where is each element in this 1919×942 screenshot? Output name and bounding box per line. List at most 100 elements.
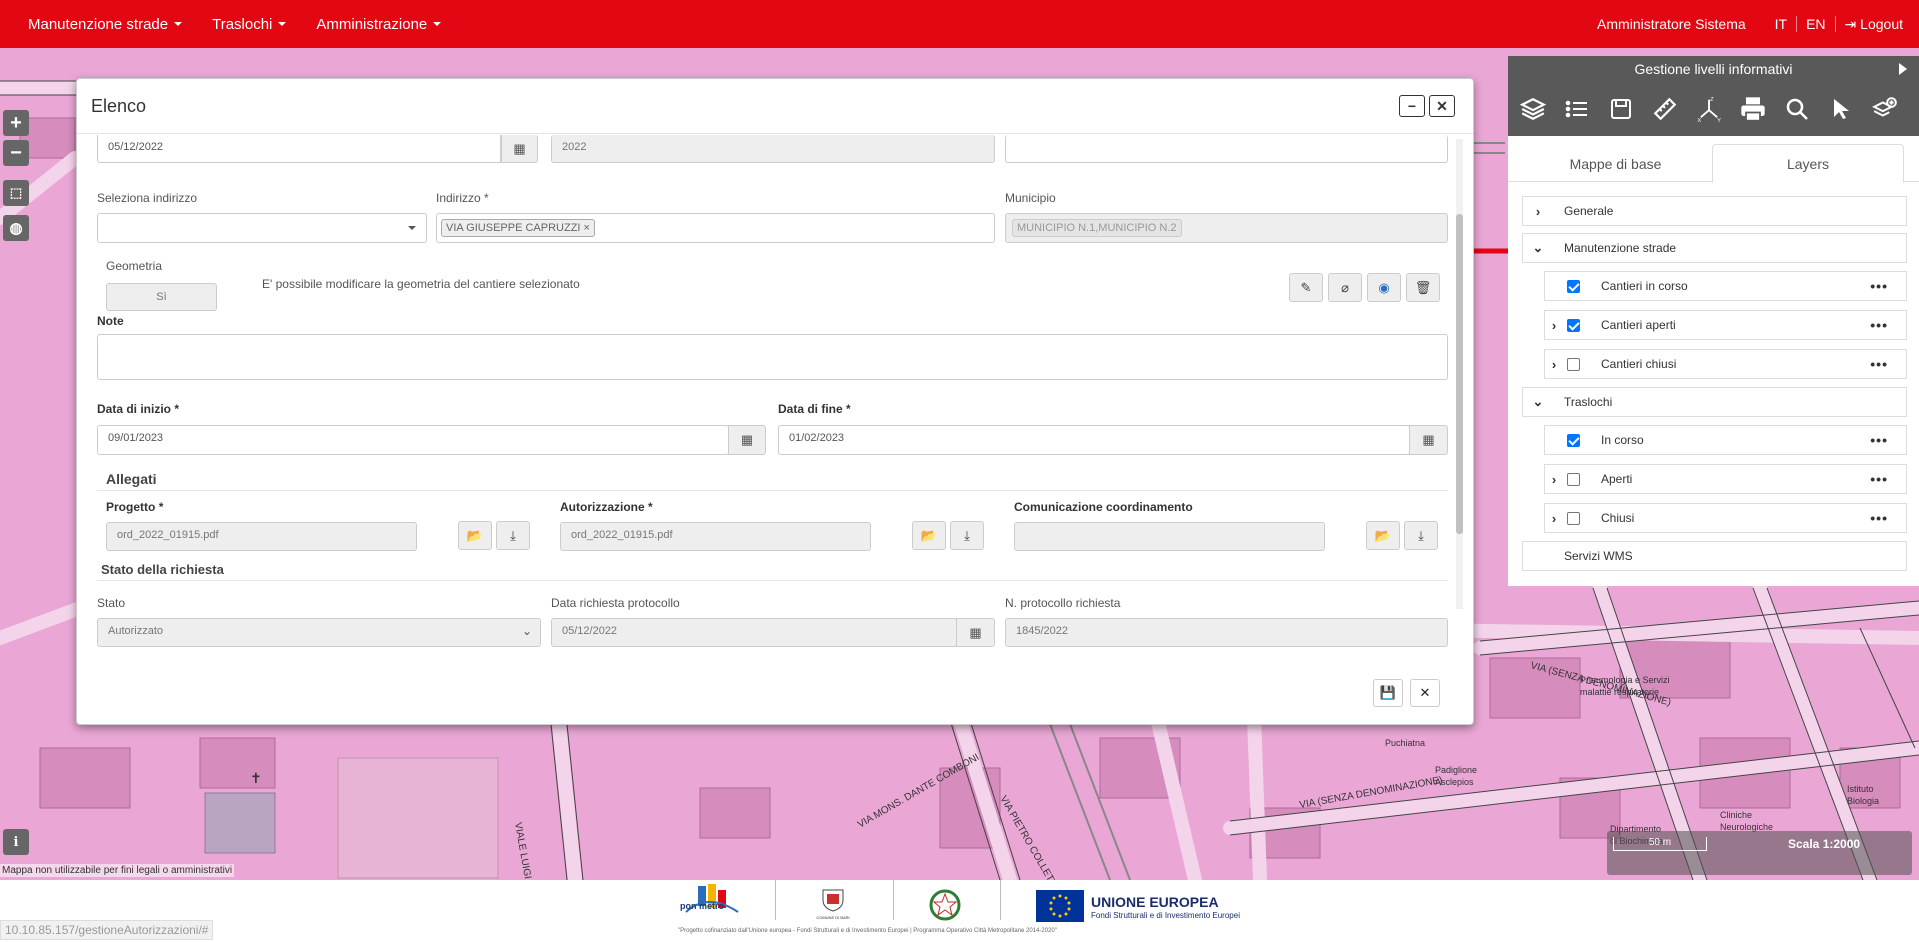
- comunicazione-browse-button[interactable]: 📂: [1366, 521, 1400, 550]
- layer-checkbox[interactable]: [1567, 433, 1580, 447]
- lang-en[interactable]: EN: [1797, 16, 1834, 32]
- data-inizio-label: Data di inizio *: [97, 402, 179, 416]
- chevron-right-icon[interactable]: ›: [1547, 318, 1561, 333]
- logout-button[interactable]: ⇥ Logout: [1836, 16, 1919, 33]
- autorizzazione-download-button[interactable]: ⤓: [950, 521, 984, 550]
- ruler-icon[interactable]: [1650, 94, 1680, 124]
- collapse-arrow-icon[interactable]: [1899, 63, 1907, 75]
- more-options-icon[interactable]: •••: [1870, 510, 1888, 526]
- close-icon: ✕: [1419, 685, 1431, 700]
- more-options-icon[interactable]: •••: [1870, 432, 1888, 448]
- funding-caption: "Progetto cofinanziato dall'Unione europ…: [678, 928, 1057, 934]
- zoom-in-button[interactable]: +: [3, 110, 29, 136]
- comune-bari-logo: COMUNE DI BARI: [808, 886, 858, 926]
- calendar-icon[interactable]: ▦: [728, 425, 766, 455]
- data-inizio-field[interactable]: 09/01/2023: [97, 425, 729, 455]
- date-field[interactable]: 05/12/2022: [97, 135, 501, 163]
- progetto-download-button[interactable]: ⤓: [496, 521, 530, 550]
- calendar-icon[interactable]: ▦: [501, 135, 538, 163]
- chevron-right-icon[interactable]: ›: [1547, 357, 1561, 372]
- layer-checkbox[interactable]: [1567, 472, 1580, 486]
- group-label: Manutenzione strade: [1564, 241, 1677, 255]
- note-textarea[interactable]: [97, 334, 1448, 380]
- layers-tabs: Mappe di base Layers: [1508, 136, 1919, 183]
- remove-tag-icon[interactable]: ×: [584, 222, 590, 234]
- pointer-icon[interactable]: [1826, 94, 1856, 124]
- divider: [1000, 880, 1001, 920]
- group-label: Servizi WMS: [1564, 549, 1633, 563]
- globe-icon[interactable]: ◍: [3, 215, 29, 241]
- geometria-field: Sì: [106, 283, 217, 311]
- autorizzazione-browse-button[interactable]: 📂: [912, 521, 946, 550]
- tab-layers[interactable]: Layers: [1712, 144, 1904, 183]
- calendar-icon[interactable]: ▦: [1409, 425, 1448, 455]
- data-fine-field[interactable]: 01/02/2023: [778, 425, 1410, 455]
- progetto-browse-button[interactable]: 📂: [458, 521, 492, 550]
- layer-checkbox[interactable]: [1567, 318, 1580, 332]
- nav-amministrazione[interactable]: Amministrazione: [301, 0, 456, 48]
- layer-group-generale[interactable]: › Generale: [1522, 196, 1907, 226]
- chevron-right-icon[interactable]: ›: [1547, 472, 1561, 487]
- search-icon[interactable]: [1782, 94, 1812, 124]
- seleziona-indirizzo-label: Seleziona indirizzo: [97, 191, 198, 205]
- minimize-button[interactable]: −: [1399, 95, 1425, 117]
- more-options-icon[interactable]: •••: [1870, 317, 1888, 333]
- layer-item-cantieri-in-corso: Cantieri in corso •••: [1544, 271, 1907, 301]
- scale-control: 50 m Scala 1:2000: [1607, 831, 1912, 875]
- folder-open-icon: 📂: [920, 527, 938, 543]
- save-button[interactable]: 💾: [1373, 679, 1403, 707]
- modal-scrollbar[interactable]: [1456, 139, 1463, 609]
- cancel-button[interactable]: ✕: [1410, 679, 1440, 707]
- more-options-icon[interactable]: •••: [1870, 278, 1888, 294]
- chevron-right-icon[interactable]: ›: [1531, 204, 1545, 219]
- comunicazione-download-button[interactable]: ⤓: [1404, 521, 1438, 550]
- xyz-axes-icon[interactable]: Z X Y: [1694, 94, 1724, 124]
- layer-item-cantieri-chiusi: › Cantieri chiusi •••: [1544, 349, 1907, 379]
- chevron-down-icon[interactable]: ⌄: [1531, 240, 1545, 256]
- zoom-box-icon[interactable]: ⬚: [3, 180, 29, 206]
- layer-checkbox[interactable]: [1567, 279, 1580, 293]
- zoom-out-button[interactable]: −: [3, 140, 29, 166]
- more-options-icon[interactable]: •••: [1870, 356, 1888, 372]
- info-icon[interactable]: i: [3, 829, 29, 855]
- add-layer-icon[interactable]: [1870, 94, 1900, 124]
- attach-geometry-button[interactable]: ⌀: [1328, 273, 1362, 302]
- save-icon[interactable]: [1606, 94, 1636, 124]
- layer-checkbox[interactable]: [1567, 511, 1580, 525]
- layer-group-traslochi[interactable]: ⌄ Traslochi: [1522, 387, 1907, 417]
- list-icon[interactable]: [1562, 94, 1592, 124]
- lang-it[interactable]: IT: [1766, 16, 1796, 32]
- print-icon[interactable]: [1738, 94, 1768, 124]
- layer-group-servizi-wms[interactable]: Servizi WMS: [1522, 541, 1907, 571]
- indirizzo-field[interactable]: VIA GIUSEPPE CAPRUZZI ×: [436, 213, 995, 243]
- chevron-right-icon[interactable]: ›: [1547, 511, 1561, 526]
- user-name[interactable]: Amministratore Sistema: [1588, 16, 1766, 32]
- indirizzo-label-text: Indirizzo: [436, 191, 481, 205]
- svg-text:Istituto: Istituto: [1847, 784, 1874, 794]
- layer-checkbox[interactable]: [1567, 357, 1580, 371]
- close-button[interactable]: ✕: [1429, 95, 1455, 117]
- more-options-icon[interactable]: •••: [1870, 471, 1888, 487]
- nav-traslochi[interactable]: Traslochi: [197, 0, 301, 48]
- divider: [97, 490, 1448, 491]
- layers-icon[interactable]: [1518, 94, 1548, 124]
- download-icon: ⤓: [510, 527, 516, 543]
- edit-geometry-button[interactable]: ✎: [1289, 273, 1323, 302]
- nav-manutenzione-strade[interactable]: Manutenzione strade: [0, 0, 197, 48]
- empty-field[interactable]: [1005, 135, 1448, 163]
- seleziona-indirizzo-select[interactable]: [97, 213, 427, 243]
- stato-select: Autorizzato ⌄: [97, 618, 541, 647]
- modal-body: 05/12/2022 ▦ 2022 Seleziona indirizzo In…: [77, 135, 1475, 668]
- nav-label: Manutenzione strade: [28, 15, 169, 33]
- autorizzazione-text: Autorizzazione: [560, 500, 645, 514]
- svg-text:Padiglione: Padiglione: [1435, 765, 1477, 775]
- eu-title: UNIONE EUROPEA: [1091, 894, 1219, 910]
- top-navbar: Manutenzione strade Traslochi Amministra…: [0, 0, 1919, 48]
- layer-group-manutenzione-strade[interactable]: ⌄ Manutenzione strade: [1522, 233, 1907, 263]
- locate-geometry-button[interactable]: ◉: [1367, 273, 1401, 302]
- delete-geometry-button[interactable]: 🗑: [1406, 273, 1440, 302]
- chevron-down-icon[interactable]: ⌄: [1531, 394, 1545, 410]
- scroll-thumb[interactable]: [1456, 214, 1463, 534]
- tab-mappe-di-base[interactable]: Mappe di base: [1523, 144, 1708, 183]
- folder-open-icon: 📂: [466, 527, 484, 543]
